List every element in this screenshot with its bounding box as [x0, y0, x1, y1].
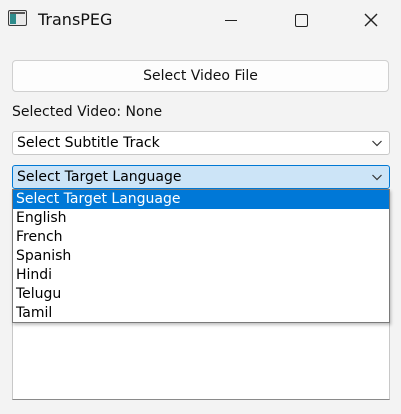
close-icon: [364, 13, 378, 27]
target-language-select[interactable]: Select Target Language: [12, 165, 390, 189]
close-button[interactable]: [348, 0, 394, 40]
maximize-button[interactable]: [278, 0, 324, 40]
target-language-value: Select Target Language: [17, 169, 182, 185]
language-option[interactable]: French: [13, 228, 389, 247]
app-icon: [8, 10, 27, 26]
target-language-dropdown: Select Target Language English French Sp…: [12, 189, 390, 323]
language-option[interactable]: Tamil: [13, 304, 389, 323]
chevron-down-icon: [372, 174, 382, 181]
language-option[interactable]: Telugu: [13, 285, 389, 304]
maximize-icon: [294, 13, 308, 27]
language-option[interactable]: English: [13, 209, 389, 228]
title-bar[interactable]: TransPEG: [0, 0, 401, 40]
language-option[interactable]: Hindi: [13, 266, 389, 285]
subtitle-track-value: Select Subtitle Track: [17, 135, 160, 151]
subtitle-track-select[interactable]: Select Subtitle Track: [12, 131, 390, 155]
app-window: TransPEG Select Video File Selected Vide…: [0, 0, 401, 414]
language-option[interactable]: Select Target Language: [13, 190, 389, 209]
language-option[interactable]: Spanish: [13, 247, 389, 266]
select-video-button[interactable]: Select Video File: [12, 60, 389, 92]
minimize-icon: [225, 19, 237, 21]
selected-video-label: Selected Video: None: [12, 104, 163, 120]
chevron-down-icon: [372, 140, 382, 147]
window-title: TransPEG: [38, 10, 113, 29]
minimize-button[interactable]: [208, 0, 254, 40]
